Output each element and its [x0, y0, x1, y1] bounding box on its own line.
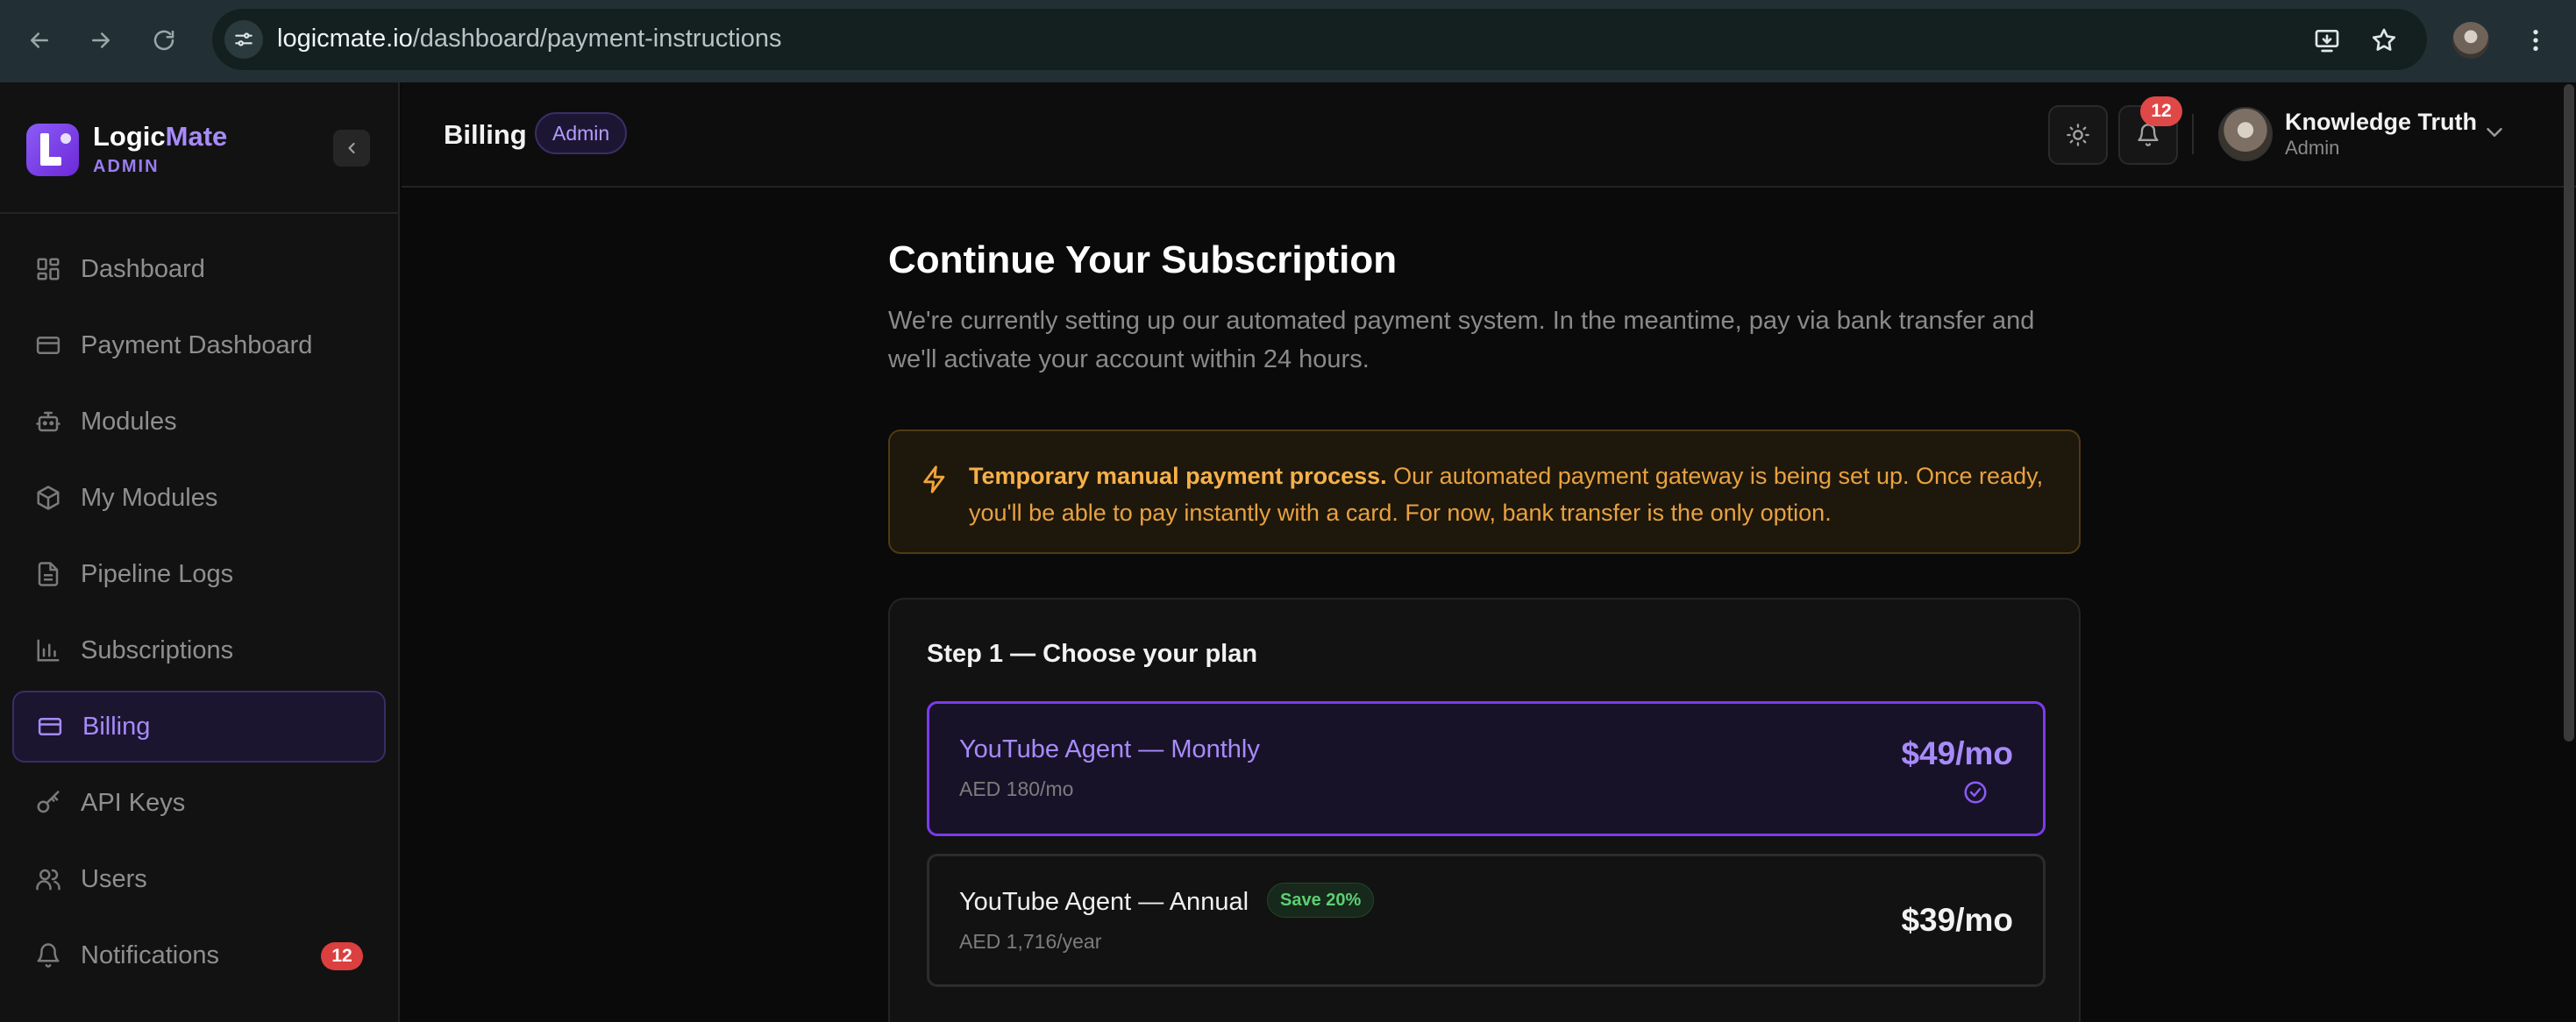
key-icon [35, 790, 61, 816]
chevron-down-icon[interactable] [2481, 119, 2508, 145]
brand-name: LogicMate [93, 123, 227, 150]
users-icon [35, 866, 61, 892]
brand[interactable]: LogicMate ADMIN [26, 123, 227, 177]
sidebar-item-label: Pipeline Logs [81, 559, 234, 588]
reload-icon [153, 30, 174, 51]
sidebar-item-users[interactable]: Users [12, 843, 386, 915]
sidebar-item-label: Modules [81, 407, 177, 436]
url-path: /dashboard/payment-instructions [412, 25, 782, 53]
plan-price: $39/mo [1901, 902, 2013, 938]
sidebar-item-modules[interactable]: Modules [12, 386, 386, 458]
notice-text: Temporary manual payment process. Our au… [969, 458, 2065, 531]
plan-price: $49/mo [1901, 735, 2013, 771]
collapse-sidebar-button[interactable] [333, 130, 370, 167]
sidebar-item-label: Notifications [81, 940, 219, 969]
sidebar-item-billing[interactable]: Billing [12, 691, 386, 763]
sidebar-item-label: My Modules [81, 483, 218, 512]
choose-plan-card: Step 1 — Choose your plan YouTube Agent … [888, 598, 2081, 1022]
manual-payment-notice: Temporary manual payment process. Our au… [888, 429, 2081, 554]
grid-icon [35, 256, 61, 282]
sidebar-item-label: Billing [82, 712, 151, 741]
user-role: Admin [2285, 137, 2340, 159]
sidebar-item-my-modules[interactable]: My Modules [12, 462, 386, 534]
sidebar-item-payment-dashboard[interactable]: Payment Dashboard [12, 309, 386, 381]
page-description: We're currently setting up our automated… [888, 307, 2035, 373]
notification-count-badge: 12 [2140, 96, 2182, 126]
avatar[interactable] [2218, 107, 2273, 161]
sidebar-item-label: API Keys [81, 788, 186, 817]
theme-toggle-button[interactable] [2048, 105, 2108, 165]
bar-chart-icon [35, 637, 61, 664]
bookmark-button[interactable] [2363, 19, 2405, 61]
bell-icon [2138, 124, 2159, 146]
url-text[interactable]: logicmate.io/dashboard/payment-instructi… [277, 25, 781, 53]
sidebar-item-label: Subscriptions [81, 635, 234, 664]
savings-badge: Save 20% [1267, 883, 1375, 918]
back-button[interactable] [18, 19, 60, 61]
arrow-left-icon [31, 32, 48, 48]
star-icon [2372, 28, 2396, 51]
browser-menu-button[interactable] [2515, 19, 2557, 61]
box-icon [35, 485, 61, 511]
bell-icon [35, 942, 61, 969]
header-separator [2192, 114, 2194, 154]
reload-button[interactable] [143, 19, 185, 61]
browser-profile-avatar[interactable] [2452, 22, 2489, 59]
plan-option-annual[interactable]: YouTube Agent — Annual Save 20% AED 1,71… [927, 854, 2046, 987]
page-title: Billing [444, 119, 527, 150]
plan-option-monthly[interactable]: YouTube Agent — Monthly AED 180/mo $49/m… [927, 701, 2046, 836]
plan-name: YouTube Agent — Annual [959, 888, 1249, 916]
sun-icon [2067, 124, 2089, 146]
page-scrollbar[interactable] [2564, 84, 2574, 742]
role-badge: Admin [535, 112, 628, 154]
url-host: logicmate.io [277, 25, 413, 53]
page-heading: Continue Your Subscription [888, 238, 1398, 281]
site-settings-icon[interactable] [224, 20, 263, 59]
install-icon [2315, 30, 2339, 53]
lightning-icon [923, 465, 945, 493]
brand-subtitle: ADMIN [93, 157, 160, 176]
check-circle-icon [1964, 781, 1987, 804]
arrow-right-icon [92, 32, 110, 48]
brand-name-part2: Mate [165, 121, 228, 152]
sidebar-item-notifications[interactable]: Notifications 12 [12, 919, 386, 991]
sidebar: LogicMate ADMIN Dashboard Payment Dashbo… [0, 82, 400, 1022]
plan-local-price: AED 180/mo [959, 777, 1074, 800]
notifications-count-badge: 12 [321, 942, 363, 970]
sidebar-item-dashboard[interactable]: Dashboard [12, 233, 386, 305]
install-app-button[interactable] [2306, 19, 2348, 61]
sidebar-item-label: Dashboard [81, 254, 205, 283]
plan-local-price: AED 1,716/year [959, 930, 1102, 953]
browser-toolbar: logicmate.io/dashboard/payment-instructi… [0, 0, 2576, 82]
address-bar[interactable]: logicmate.io/dashboard/payment-instructi… [212, 9, 2427, 70]
forward-button[interactable] [80, 19, 122, 61]
logo-icon [26, 124, 79, 176]
sidebar-item-label: Payment Dashboard [81, 330, 313, 359]
user-name[interactable]: Knowledge Truth [2285, 109, 2477, 136]
sidebar-item-label: Users [81, 864, 147, 893]
credit-card-icon [35, 332, 61, 358]
file-text-icon [35, 561, 61, 587]
credit-card-icon [37, 713, 63, 740]
sidebar-divider [0, 212, 400, 214]
sidebar-item-pipeline-logs[interactable]: Pipeline Logs [12, 538, 386, 610]
step-1-title: Step 1 — Choose your plan [927, 640, 1258, 668]
plan-name: YouTube Agent — Monthly [959, 735, 1260, 763]
sidebar-item-api-keys[interactable]: API Keys [12, 767, 386, 839]
notice-title: Temporary manual payment process. [969, 463, 1387, 489]
more-vertical-icon [2533, 30, 2538, 51]
chevron-left-icon [348, 142, 355, 154]
brand-name-part1: Logic [93, 121, 166, 152]
sidebar-item-subscriptions[interactable]: Subscriptions [12, 614, 386, 686]
bot-icon [35, 408, 61, 435]
